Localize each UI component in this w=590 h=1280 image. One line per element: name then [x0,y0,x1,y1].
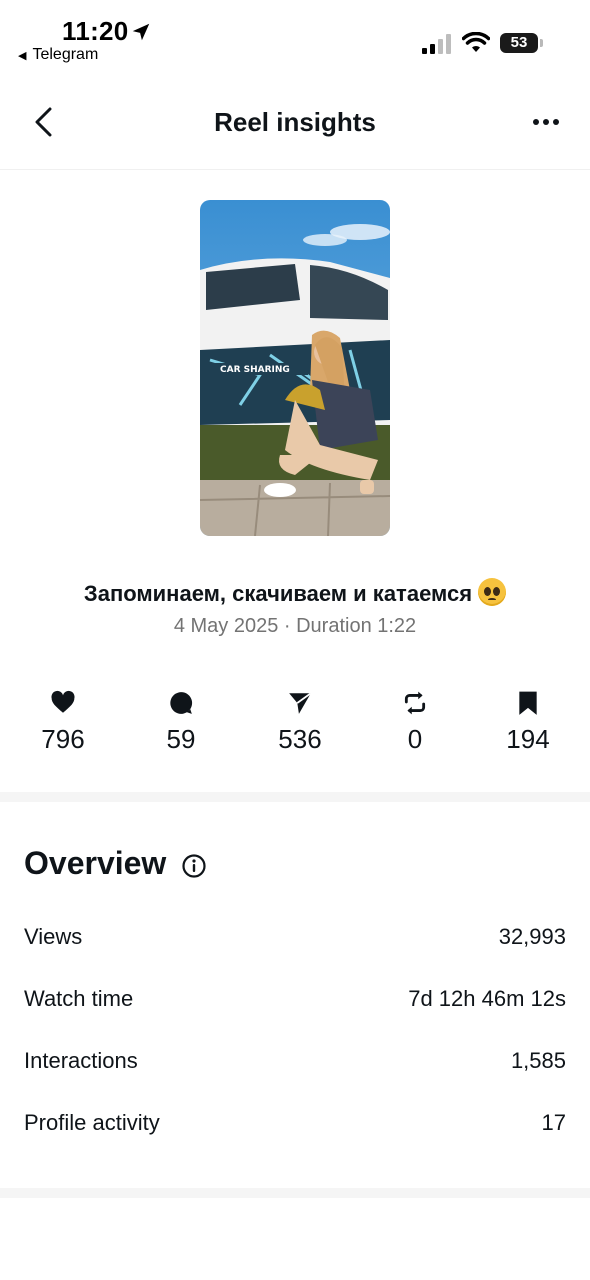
profile-activity-value: 17 [541,1110,566,1135]
section-divider [0,792,590,802]
shares-stat: 536 [250,690,350,755]
page-title: Reel insights [214,107,376,137]
wifi-icon [462,32,490,52]
heart-icon [51,690,75,713]
reel-caption: Запоминаем, скачиваем и катаемся [0,578,590,607]
reel-caption-text: Запоминаем, скачиваем и катаемся [83,581,473,606]
info-icon[interactable] [181,853,207,879]
status-time: 11:20 [62,16,129,46]
back-triangle-icon: ◀ [18,49,27,62]
profile-activity-label: Profile activity [24,1110,160,1135]
battery-tip [540,39,543,47]
section-divider-bottom [0,1188,590,1198]
more-options-icon[interactable] [524,106,568,138]
nav-bar: Reel insights [0,80,590,170]
watch-time-value: 7d 12h 46m 12s [408,986,566,1011]
reel-thumbnail[interactable]: CAR SHARING [200,200,390,536]
reposts-count: 0 [407,724,423,754]
comments-count: 59 [166,724,196,754]
interactions-label: Interactions [24,1048,138,1073]
views-row[interactable]: Views 32,993 [24,924,566,960]
battery-indicator: 53 [500,33,538,53]
thumbnail-car-sharing-text: CAR SHARING [220,365,290,375]
saves-count: 194 [506,724,550,754]
reposts-stat: 0 [365,690,465,755]
reel-insights-screen: 11:20 ◀ Telegram 53 Reel insights CAR SH… [0,0,590,1280]
watch-time-row[interactable]: Watch time 7d 12h 46m 12s [24,986,566,1022]
likes-count: 796 [41,724,85,754]
location-arrow-icon [132,23,150,41]
interactions-value: 1,585 [510,1048,566,1073]
pleading-face-emoji-icon [478,578,507,606]
views-label: Views [24,924,83,949]
back-to-app-link[interactable]: ◀ Telegram [18,46,98,64]
watch-time-label: Watch time [24,986,134,1011]
comments-stat: 59 [131,690,231,755]
views-value: 32,993 [498,924,566,949]
profile-activity-row[interactable]: Profile activity 17 [24,1110,566,1146]
cellular-signal-icon [422,34,451,54]
likes-stat: 796 [13,690,113,755]
interactions-row[interactable]: Interactions 1,585 [24,1048,566,1084]
share-icon [289,692,312,714]
back-app-label: Telegram [32,46,99,63]
bookmark-icon [519,691,537,715]
overview-heading: Overview [24,845,167,881]
comment-icon [170,692,193,714]
repost-icon [404,691,426,715]
shares-count: 536 [278,724,322,754]
saves-stat: 194 [478,690,578,755]
status-bar: 11:20 ◀ Telegram 53 [0,0,590,80]
reel-meta: 4 May 2025 · Duration 1:22 [173,615,417,637]
